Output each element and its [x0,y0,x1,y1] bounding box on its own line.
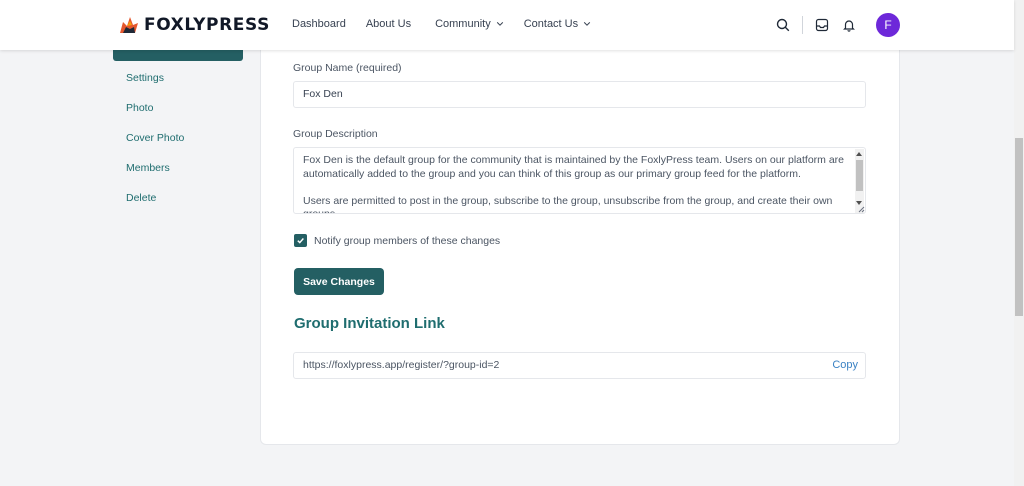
brand-name: FOXLYPRESS [144,15,270,35]
fox-logo-icon [120,17,138,33]
description-paragraph: Users are permitted to post in the group… [303,194,833,214]
sidebar-item-label: Members [126,162,170,174]
sidebar-item-settings[interactable]: Settings [126,71,184,101]
nav-contact-us[interactable]: Contact Us [524,18,591,30]
group-description-textarea[interactable]: Fox Den is the default group for the com… [293,147,866,214]
invitation-url: https://foxlypress.app/register/?group-i… [303,359,500,371]
scroll-up-icon[interactable] [856,152,862,156]
nav-about-us[interactable]: About Us [366,18,411,30]
brand-logo[interactable]: FOXLYPRESS [117,13,270,37]
main-nav: Dashboard About Us Community Contact Us [292,18,591,30]
invitation-link-title: Group Invitation Link [294,315,445,332]
notifications-button[interactable] [842,18,856,32]
sidebar-item-label: Settings [126,72,164,84]
top-header: FOXLYPRESS Dashboard About Us Community … [0,0,1014,50]
page-scroll-thumb[interactable] [1015,138,1023,316]
chevron-down-icon [583,22,591,26]
inbox-icon [815,18,829,32]
nav-community[interactable]: Community [435,18,504,30]
invitation-link-field: https://foxlypress.app/register/?group-i… [293,352,866,379]
sidebar-item-label: Cover Photo [126,132,185,144]
search-button[interactable] [776,18,790,32]
check-icon [297,238,304,244]
nav-community-label: Community [435,18,491,30]
copy-link-button[interactable]: Copy [832,353,858,378]
group-name-input[interactable]: Fox Den [293,81,866,108]
sidebar-item-label: Delete [126,192,157,204]
group-name-label: Group Name (required) [293,62,402,74]
notify-members-checkbox[interactable] [294,234,307,247]
page-scrollbar[interactable] [1014,0,1024,486]
sidebar-item-members[interactable]: Members [126,161,184,191]
textarea-scroll-thumb[interactable] [856,160,863,191]
sidebar-nav: Settings Photo Cover Photo Members Delet… [126,71,184,221]
chevron-down-icon [496,22,503,26]
resize-grip-icon[interactable] [857,205,865,213]
nav-about-us-label: About Us [365,18,412,30]
group-name-value: Fox Den [303,88,343,100]
user-avatar[interactable]: F [876,13,900,37]
inbox-button[interactable] [815,18,829,32]
header-actions [776,14,856,36]
sidebar-item-cover-photo[interactable]: Cover Photo [126,131,184,161]
nav-dashboard[interactable]: Dashboard [292,18,346,30]
sidebar-item-label: Photo [126,102,154,114]
nav-contact-us-label: Contact Us [523,18,579,30]
header-divider [802,16,803,34]
description-paragraph: Fox Den is the default group for the com… [303,154,844,180]
textarea-scrollbar[interactable] [855,149,864,213]
bell-icon [843,20,855,32]
notify-members-label: Notify group members of these changes [314,235,501,247]
group-description-label: Group Description [293,128,378,140]
search-icon [776,18,790,32]
sidebar-item-photo[interactable]: Photo [126,101,184,131]
page: FOXLYPRESS Dashboard About Us Community … [0,0,1024,486]
sidebar-item-delete[interactable]: Delete [126,191,184,221]
avatar-initial: F [884,18,892,32]
nav-dashboard-label: Dashboard [292,18,346,30]
save-changes-button[interactable]: Save Changes [294,268,384,295]
